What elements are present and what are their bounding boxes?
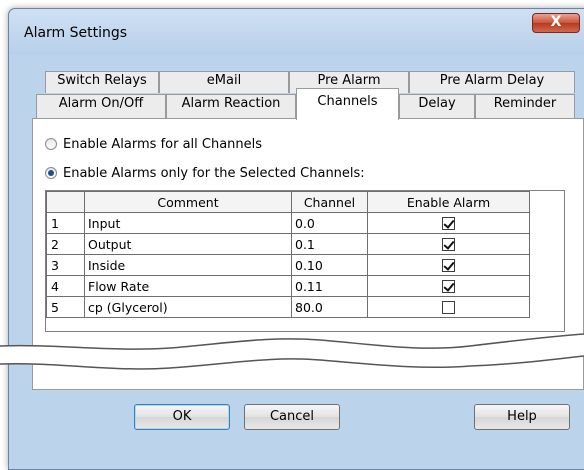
channels-grid: Comment Channel Enable Alarm 1 Input 0.0… — [45, 190, 565, 332]
row-number: 4 — [46, 275, 85, 297]
tab-label: Reminder — [493, 96, 557, 111]
comment-cell[interactable]: Output — [84, 233, 292, 255]
enable-cell[interactable] — [367, 254, 530, 276]
radio-all-channels[interactable]: Enable Alarms for all Channels — [45, 137, 262, 152]
tab-label: Delay — [418, 96, 456, 111]
enable-cell[interactable] — [367, 275, 530, 297]
checkbox-icon[interactable] — [442, 279, 455, 293]
table-row[interactable]: 4 Flow Rate 0.11 — [46, 275, 530, 297]
channel-cell[interactable]: 0.11 — [291, 275, 368, 297]
header-num — [46, 191, 85, 213]
row-number: 2 — [46, 233, 85, 255]
row-number: 3 — [46, 254, 85, 276]
radio-icon — [45, 167, 57, 179]
tab-email[interactable]: eMail — [159, 71, 289, 93]
table-row[interactable]: 3 Inside 0.10 — [46, 254, 530, 276]
header-channel[interactable]: Channel — [291, 191, 368, 213]
comment-cell[interactable]: Inside — [84, 254, 292, 276]
channel-cell[interactable]: 0.0 — [291, 212, 368, 234]
tab-label: Alarm On/Off — [58, 96, 144, 111]
help-button[interactable]: Help — [474, 404, 570, 430]
row-number: 5 — [46, 296, 85, 318]
title-bar: Alarm Settings X — [9, 9, 584, 55]
tab-label: Pre Alarm — [317, 73, 381, 88]
close-button[interactable]: X — [532, 13, 580, 33]
tab-pre-alarm-delay[interactable]: Pre Alarm Delay — [409, 71, 575, 93]
comment-cell[interactable]: cp (Glycerol) — [84, 296, 292, 318]
tab-label: eMail — [206, 73, 242, 88]
tab-switch-relays[interactable]: Switch Relays — [45, 71, 159, 93]
channel-cell[interactable]: 80.0 — [291, 296, 368, 318]
window-title: Alarm Settings — [24, 25, 128, 41]
tab-alarm-on-off[interactable]: Alarm On/Off — [36, 94, 166, 118]
tab-label: Switch Relays — [57, 73, 147, 88]
checkbox-icon[interactable] — [442, 216, 455, 230]
comment-cell[interactable]: Input — [84, 212, 292, 234]
checkbox-icon[interactable] — [442, 258, 455, 272]
table-row[interactable]: 5 cp (Glycerol) 80.0 — [46, 296, 530, 318]
channels-table: Comment Channel Enable Alarm 1 Input 0.0… — [46, 191, 530, 318]
channel-cell[interactable]: 0.1 — [291, 233, 368, 255]
row-number: 1 — [46, 212, 85, 234]
torn-edge-graphic — [0, 333, 584, 370]
radio-selected-channels[interactable]: Enable Alarms only for the Selected Chan… — [45, 166, 365, 181]
tab-channels[interactable]: Channels — [296, 88, 399, 120]
checkbox-icon[interactable] — [442, 237, 455, 251]
cancel-button[interactable]: Cancel — [244, 404, 340, 430]
tab-delay[interactable]: Delay — [399, 94, 475, 118]
tab-label: Alarm Reaction — [181, 96, 281, 111]
header-comment[interactable]: Comment — [84, 191, 292, 213]
radio-label-selected: Enable Alarms only for the Selected Chan… — [63, 166, 365, 181]
radio-icon — [45, 138, 57, 150]
tab-label: Pre Alarm Delay — [439, 73, 545, 88]
checkbox-icon[interactable] — [442, 300, 455, 314]
enable-cell[interactable] — [367, 296, 530, 318]
comment-cell[interactable]: Flow Rate — [84, 275, 292, 297]
tab-alarm-reaction[interactable]: Alarm Reaction — [166, 94, 296, 118]
radio-label-all: Enable Alarms for all Channels — [63, 137, 263, 152]
enable-cell[interactable] — [367, 233, 530, 255]
close-icon: X — [550, 14, 562, 30]
tab-label: Channels — [317, 94, 378, 109]
enable-cell[interactable] — [367, 212, 530, 234]
table-row[interactable]: 2 Output 0.1 — [46, 233, 530, 255]
channel-cell[interactable]: 0.10 — [291, 254, 368, 276]
header-enable-alarm[interactable]: Enable Alarm — [367, 191, 530, 213]
ok-button[interactable]: OK — [134, 404, 230, 430]
tab-reminder[interactable]: Reminder — [475, 94, 575, 118]
table-header-row: Comment Channel Enable Alarm — [46, 191, 530, 213]
table-row[interactable]: 1 Input 0.0 — [46, 212, 530, 234]
